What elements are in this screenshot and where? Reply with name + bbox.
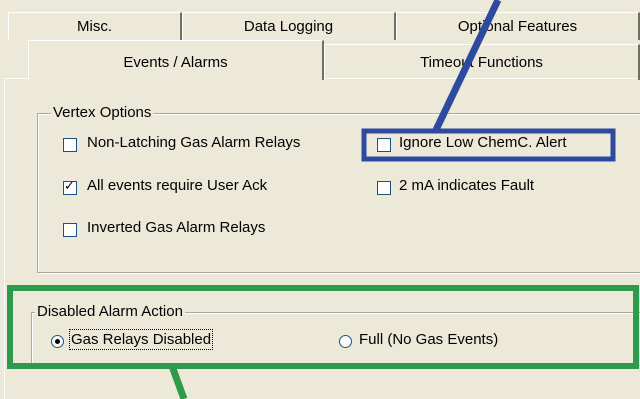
blue-highlight-box	[361, 128, 616, 162]
green-callout-annotation	[7, 285, 639, 399]
tab-events-alarms[interactable]: Events / Alarms	[28, 40, 324, 80]
blue-callout-annotation	[361, 0, 616, 162]
tab-events-alarms-label: Events / Alarms	[123, 54, 228, 71]
green-highlight-box	[7, 285, 639, 369]
green-callout-line	[168, 364, 188, 399]
blue-callout-line	[431, 0, 502, 134]
